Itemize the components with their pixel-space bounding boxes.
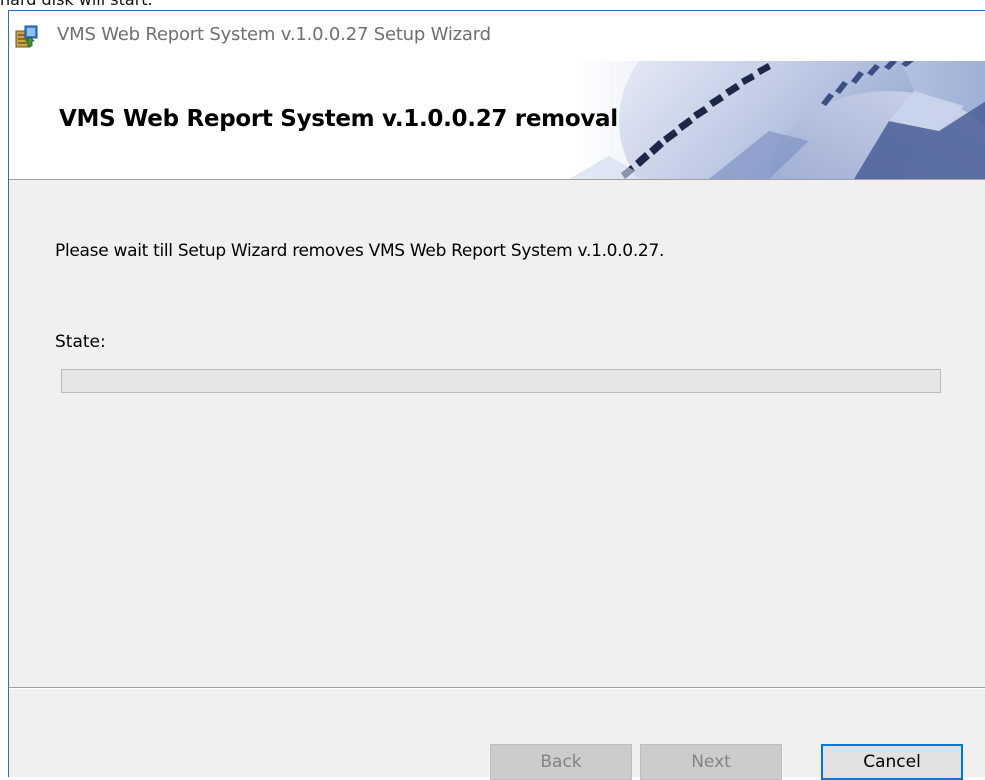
wizard-banner: VMS Web Report System v.1.0.0.27 removal [9,61,985,179]
cancel-button[interactable]: Cancel [821,744,963,780]
state-label: State: [55,332,106,352]
banner-title: VMS Web Report System v.1.0.0.27 removal [59,106,618,132]
banner-divider [9,179,985,180]
title-bar[interactable]: VMS Web Report System v.1.0.0.27 Setup W… [9,11,985,61]
setup-wizard-window: VMS Web Report System v.1.0.0.27 Setup W… [8,10,985,780]
installer-icon [15,25,38,48]
next-button[interactable]: Next [640,744,782,780]
footer-divider-highlight [9,688,985,689]
status-message: Please wait till Setup Wizard removes VM… [55,241,665,261]
removal-progress-bar [61,369,941,393]
window-title: VMS Web Report System v.1.0.0.27 Setup W… [57,24,491,45]
back-button[interactable]: Back [490,744,632,780]
